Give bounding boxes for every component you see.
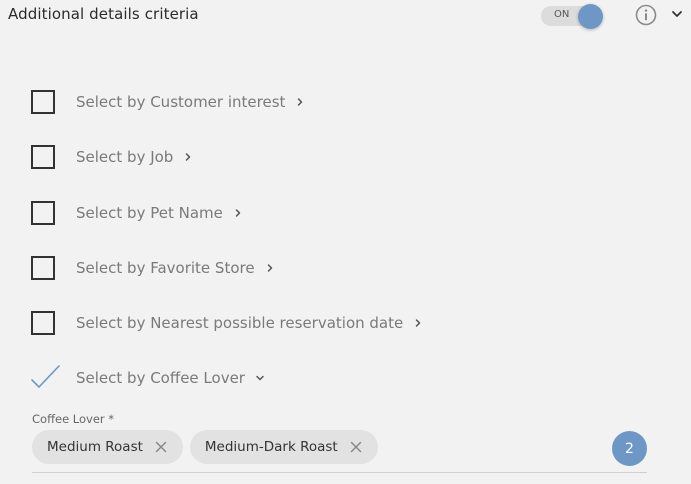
chevron-right-icon bbox=[298, 98, 303, 106]
close-icon[interactable] bbox=[350, 441, 362, 453]
chip-medium-roast[interactable]: Medium Roast bbox=[32, 430, 183, 464]
chevron-right-icon bbox=[415, 319, 421, 327]
chevron-down-icon[interactable] bbox=[670, 7, 684, 21]
option-label: Select by Job bbox=[76, 148, 174, 166]
info-icon[interactable] bbox=[635, 4, 657, 26]
option-label: Select by Customer interest bbox=[76, 93, 286, 111]
checkbox[interactable] bbox=[31, 145, 55, 169]
option-label: Select by Nearest possible reservation d… bbox=[76, 314, 404, 332]
chevron-right-icon bbox=[235, 209, 241, 217]
option-coffee-lover[interactable]: Select by Coffee Lover bbox=[31, 365, 264, 391]
option-label: Select by Coffee Lover bbox=[76, 369, 245, 387]
toggle-label: ON bbox=[554, 9, 570, 20]
chevron-right-icon bbox=[267, 264, 272, 272]
close-icon[interactable] bbox=[155, 441, 167, 453]
selection-count-badge[interactable]: 2 bbox=[612, 431, 647, 466]
check-icon[interactable] bbox=[31, 365, 61, 391]
chevron-right-icon bbox=[186, 153, 191, 161]
selected-chips: Medium Roast Medium-Dark Roast bbox=[32, 430, 378, 464]
checkbox[interactable] bbox=[31, 90, 55, 114]
option-reservation-date[interactable]: Select by Nearest possible reservation d… bbox=[31, 310, 421, 336]
option-label: Select by Pet Name bbox=[76, 204, 223, 222]
checkbox[interactable] bbox=[31, 201, 55, 225]
option-job[interactable]: Select by Job bbox=[31, 144, 191, 170]
criteria-toggle[interactable]: ON bbox=[541, 4, 603, 29]
field-underline bbox=[32, 472, 647, 473]
option-customer-interest[interactable]: Select by Customer interest bbox=[31, 89, 303, 115]
section-title: Additional details criteria bbox=[8, 5, 199, 23]
option-favorite-store[interactable]: Select by Favorite Store bbox=[31, 255, 272, 281]
section-header: Additional details criteria ON bbox=[0, 0, 691, 32]
coffee-lover-field-label: Coffee Lover * bbox=[32, 412, 115, 426]
toggle-knob bbox=[578, 4, 603, 29]
chip-label: Medium Roast bbox=[47, 439, 143, 455]
chevron-down-icon bbox=[256, 375, 264, 381]
checkbox[interactable] bbox=[31, 256, 55, 280]
option-label: Select by Favorite Store bbox=[76, 259, 255, 277]
checkbox[interactable] bbox=[31, 311, 55, 335]
option-pet-name[interactable]: Select by Pet Name bbox=[31, 200, 241, 226]
chip-label: Medium-Dark Roast bbox=[204, 439, 338, 455]
chip-medium-dark-roast[interactable]: Medium-Dark Roast bbox=[189, 430, 378, 464]
